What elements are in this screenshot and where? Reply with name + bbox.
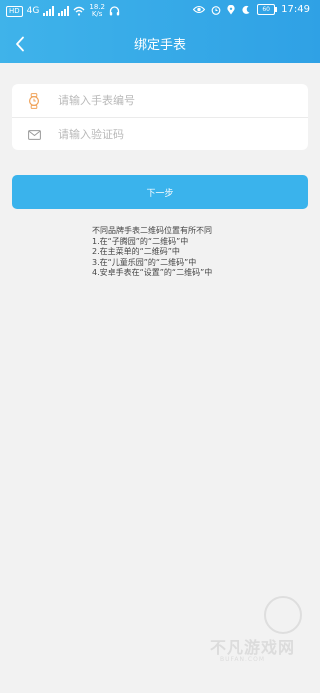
nav-bar: 绑定手表 [0,30,320,58]
signal2-icon [58,6,70,16]
status-time: 17:49 [281,4,310,15]
bind-form-card [12,84,308,150]
alarm-icon [211,5,221,15]
wifi-icon [73,6,85,16]
hd-badge: HD [6,5,23,17]
location-icon [227,4,235,14]
tip-line: 2.在主菜单的“二维码”中 [92,247,180,256]
watermark-logo-icon [264,596,302,634]
watch-number-row[interactable] [12,84,308,117]
dnd-icon [242,5,250,14]
next-step-label: 下一步 [146,188,174,199]
network-type: 4G [26,6,40,16]
envelope-icon [24,125,44,145]
binding-tips: 不同品牌手表二维码位置有所不同 1.在“子腾园”的“二维码”中 2.在主菜单的“… [92,226,292,279]
tip-line: 3.在“儿童乐园”的“二维码”中 [92,257,197,267]
status-bar: HD 4G 18.2 K/s 60 17:49 [0,0,320,24]
watch-icon [24,91,44,111]
tip-line: 4.安卓手表在“设置”的“二维码”中 [92,268,213,277]
headphone-icon [109,6,120,16]
eye-icon [193,5,206,14]
watermark: 不凡游戏网 BUFAN.COM [208,596,318,668]
verify-code-row[interactable] [12,117,308,151]
tip-line: 不同品牌手表二维码位置有所不同 [92,226,212,235]
next-step-button[interactable]: 下一步 [12,175,308,209]
net-speed: 18.2 K/s [89,3,105,18]
watermark-url: BUFAN.COM [220,656,265,663]
app-header: HD 4G 18.2 K/s 60 17:49 绑定手表 [0,0,320,63]
watermark-text: 不凡游戏网 [210,638,296,657]
signal-icon [43,6,55,16]
watch-number-input[interactable] [56,93,290,108]
battery-icon: 60 [257,4,278,15]
page-title: 绑定手表 [133,38,186,53]
tip-line: 1.在“子腾园”的“二维码”中 [92,236,189,246]
verify-code-input[interactable] [56,127,290,142]
